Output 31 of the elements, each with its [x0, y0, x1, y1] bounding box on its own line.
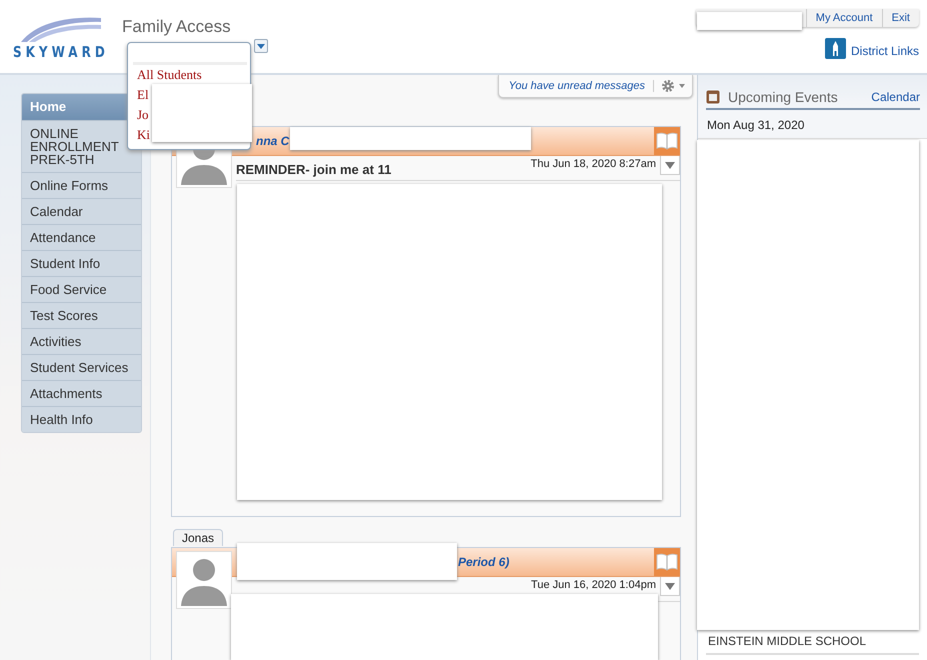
district-links[interactable]: District Links	[850, 44, 919, 58]
unread-messages-link[interactable]: You have unread messages	[498, 80, 654, 92]
logo-text: SKYWARD	[13, 43, 109, 61]
nav-item[interactable]: Activities	[22, 328, 141, 354]
nav-item[interactable]: Test Scores	[22, 302, 141, 328]
app-title: Family Access	[122, 17, 232, 37]
calendar-link[interactable]: Calendar	[871, 90, 920, 104]
student-tab[interactable]: Jonas	[173, 529, 224, 546]
nav-item[interactable]: Student Info	[22, 250, 141, 276]
message-date: Tue Jun 16, 2020 1:04pm	[531, 578, 656, 591]
nav-item[interactable]: Student Services	[22, 354, 141, 380]
book-icon[interactable]	[654, 127, 680, 155]
event-school: EINSTEIN MIDDLE SCHOOL	[708, 634, 866, 648]
nav-item[interactable]: Calendar	[22, 198, 141, 224]
message-sender[interactable]: Period 6)	[458, 555, 510, 569]
message-subject: REMINDER- join me at 11	[236, 161, 392, 177]
message-sender[interactable]: nna C	[256, 134, 290, 148]
top-link[interactable]: Exit	[882, 9, 919, 27]
panel-title: Upcoming Events	[728, 89, 839, 105]
book-icon[interactable]	[654, 548, 680, 576]
nav-item[interactable]: Attendance	[22, 224, 141, 250]
nav-item[interactable]: Attachments	[22, 380, 141, 406]
nav-item[interactable]: Online Forms	[22, 172, 141, 198]
message-date: Thu Jun 18, 2020 8:27am	[530, 157, 656, 170]
event-date: Mon Aug 31, 2020	[698, 110, 927, 139]
calendar-icon	[706, 90, 720, 104]
nav-item[interactable]: Health Info	[22, 406, 141, 432]
top-link[interactable]: My Account	[806, 9, 882, 27]
nav-item[interactable]: Food Service	[22, 276, 141, 302]
avatar-icon	[176, 551, 232, 609]
dropdown-option[interactable]: All Students	[133, 64, 210, 84]
